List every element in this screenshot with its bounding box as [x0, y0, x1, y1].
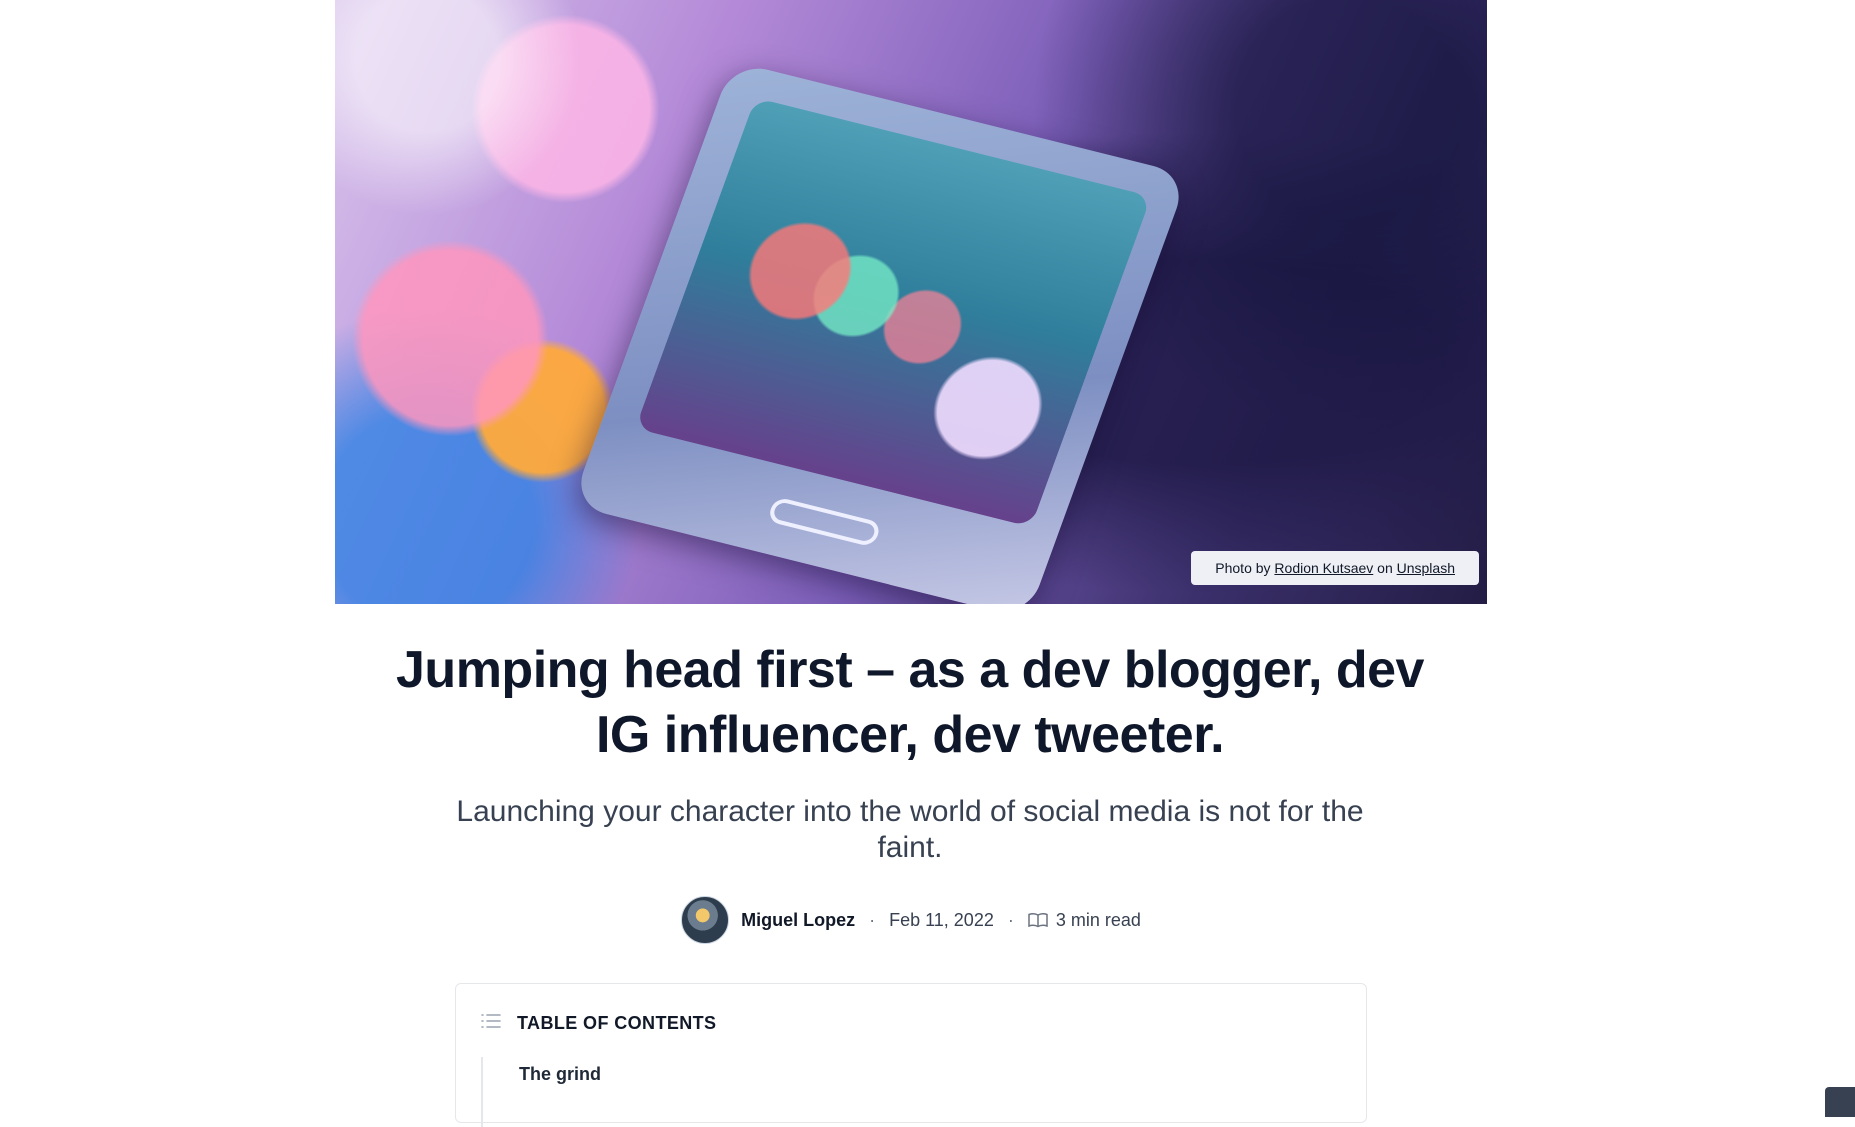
publish-date: Feb 11, 2022 — [889, 909, 994, 930]
byline-separator: · — [1007, 909, 1014, 930]
byline-separator: · — [869, 909, 876, 930]
hero-image: Photo by Rodion Kutsaev on Unsplash — [335, 0, 1487, 604]
toc-item[interactable]: The grind — [519, 1064, 601, 1085]
author-avatar[interactable] — [681, 896, 730, 944]
photo-credit-middle: on — [1377, 560, 1393, 576]
phone-illustration — [571, 61, 1189, 604]
photo-credit-prefix: Photo by — [1215, 560, 1271, 576]
read-time: 3 min read — [1055, 909, 1141, 930]
phone-home-button — [766, 496, 883, 548]
toc-header[interactable]: TABLE OF CONTENTS — [481, 1012, 716, 1035]
author-name[interactable]: Miguel Lopez — [741, 910, 855, 931]
photo-credit: Photo by Rodion Kutsaev on Unsplash — [1191, 551, 1479, 585]
scroll-button[interactable] — [1825, 1087, 1855, 1117]
article-title: Jumping head first – as a dev blogger, d… — [396, 641, 1424, 764]
article-byline: Miguel Lopez · Feb 11, 2022 · 3 min read — [0, 896, 1822, 944]
table-of-contents: TABLE OF CONTENTS The grind — [455, 983, 1367, 1127]
unsplash-link[interactable]: Unsplash — [1397, 560, 1455, 576]
book-open-icon — [1028, 912, 1048, 928]
toc-rule — [481, 1057, 483, 1127]
list-icon — [481, 1012, 501, 1035]
toc-title: TABLE OF CONTENTS — [517, 1013, 717, 1033]
photographer-link[interactable]: Rodion Kutsaev — [1274, 560, 1373, 576]
article-subtitle: Launching your character into the world … — [456, 795, 1364, 864]
phone-screen — [635, 97, 1152, 528]
